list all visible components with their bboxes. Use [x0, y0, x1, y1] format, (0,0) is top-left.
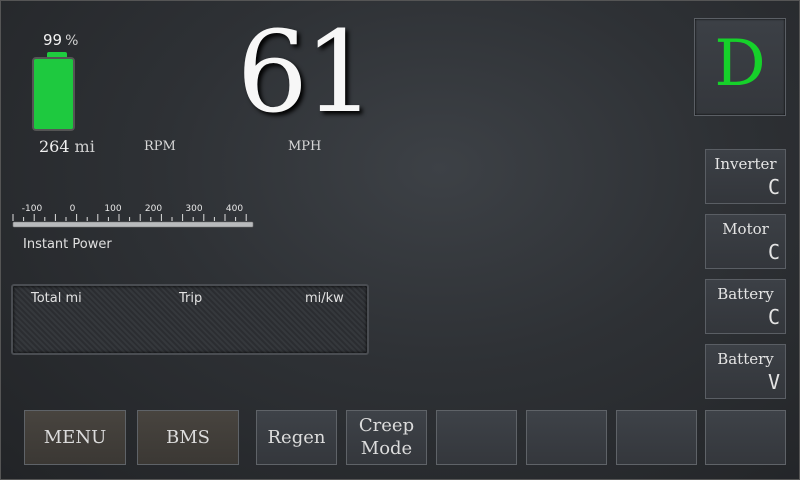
- power-bar-track: [12, 221, 254, 228]
- blank-button-3[interactable]: [616, 410, 697, 465]
- tile-label: Motor: [722, 220, 769, 238]
- rpm-label: RPM: [144, 139, 176, 154]
- blank-button-2[interactable]: [526, 410, 607, 465]
- range-unit: mi: [74, 137, 95, 156]
- tile-label: Battery: [717, 285, 774, 303]
- power-tick-label: 100: [104, 204, 121, 214]
- battery-percent-unit: %: [65, 33, 79, 49]
- tile-value: V: [767, 370, 780, 394]
- tile-value: C: [767, 305, 780, 329]
- speed-unit-label: MPH: [288, 139, 322, 154]
- tile-label: Inverter: [714, 155, 777, 173]
- creep-mode-line1: Creep: [358, 415, 415, 436]
- regen-button-label: Regen: [267, 427, 326, 448]
- instant-power-gauge: -100 0 100 200 300 400: [12, 204, 254, 228]
- tile-label: Battery: [717, 350, 774, 368]
- tile-value: C: [767, 240, 780, 264]
- speed-value: 61: [236, 8, 376, 138]
- bms-button-label: BMS: [166, 427, 210, 448]
- gear-value: D: [714, 27, 766, 101]
- creep-mode-button[interactable]: Creep Mode: [346, 410, 427, 465]
- power-tick-label: -100: [22, 204, 43, 214]
- efficiency-label: mi/kw: [305, 291, 344, 306]
- gear-indicator[interactable]: D: [694, 18, 786, 116]
- menu-button[interactable]: MENU: [24, 410, 126, 465]
- power-tick-labels: -100 0 100 200 300 400: [22, 204, 244, 214]
- range-value: 264: [39, 137, 70, 156]
- battery-icon: [32, 57, 75, 131]
- inverter-temp-tile: Inverter C: [705, 149, 786, 204]
- power-tick-label: 400: [226, 204, 243, 214]
- range-readout: 264 mi: [39, 137, 95, 156]
- power-tick-label: 200: [145, 204, 162, 214]
- menu-button-label: MENU: [43, 427, 107, 448]
- trip-label: Trip: [179, 291, 203, 306]
- battery-percent-value: 99: [43, 31, 63, 49]
- bms-button[interactable]: BMS: [137, 410, 239, 465]
- motor-temp-tile: Motor C: [705, 214, 786, 269]
- power-tick-label: 300: [185, 204, 202, 214]
- power-tick-label: 0: [70, 204, 76, 214]
- battery-voltage-tile: Battery V: [705, 344, 786, 399]
- tile-value: C: [767, 175, 780, 199]
- battery-temp-tile: Battery C: [705, 279, 786, 334]
- trip-panel: Total mi Trip mi/kw: [11, 284, 369, 355]
- regen-button[interactable]: Regen: [256, 410, 337, 465]
- blank-button-4[interactable]: [705, 410, 786, 465]
- creep-mode-line2: Mode: [360, 438, 413, 459]
- total-miles-label: Total mi: [31, 291, 82, 306]
- instant-power-label: Instant Power: [23, 237, 112, 252]
- dashboard-screen: 99% 264 mi RPM 61 MPH D Inverter C Motor …: [0, 0, 800, 480]
- battery-percent: 99%: [43, 31, 78, 49]
- blank-button-1[interactable]: [436, 410, 517, 465]
- battery-level-fill: [34, 59, 73, 129]
- power-tick-marks: [12, 214, 247, 221]
